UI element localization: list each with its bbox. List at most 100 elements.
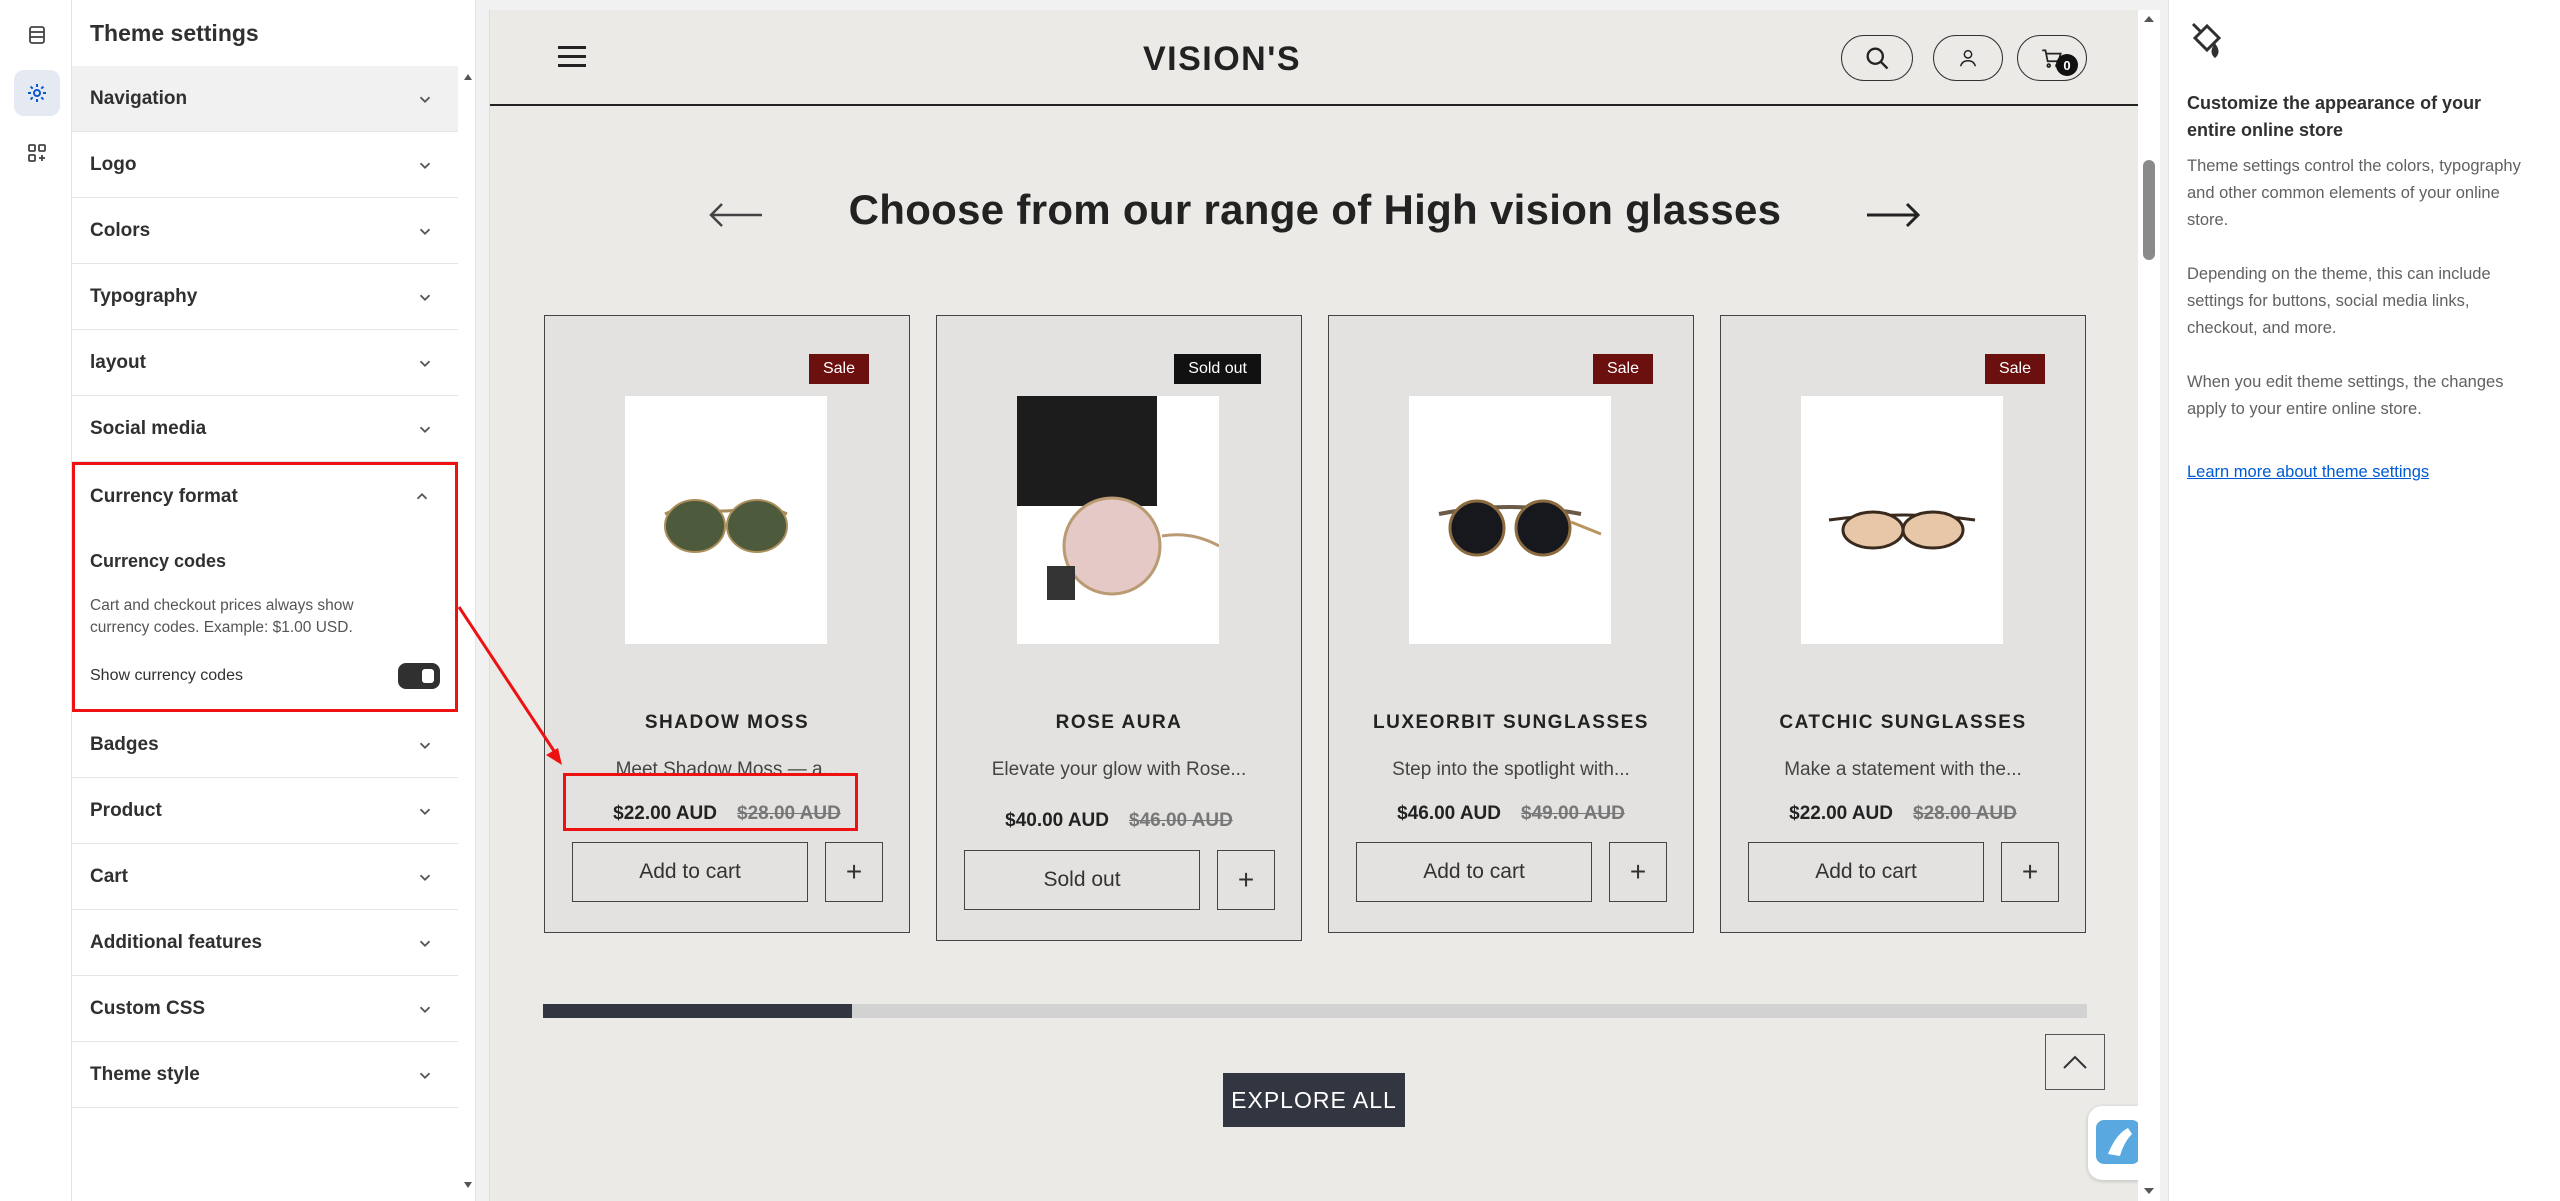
sale-price: $22.00 AUD xyxy=(1789,803,1893,824)
compare-at-price: $28.00 AUD xyxy=(1913,803,2017,824)
panel-title: Theme settings xyxy=(90,20,259,46)
left-rail xyxy=(0,0,72,1201)
info-paragraph: Theme settings control the colors, typog… xyxy=(2187,157,2521,229)
chevron-down-icon xyxy=(419,874,431,881)
toggle-label: Show currency codes xyxy=(90,667,243,684)
product-image-round-clip-sunglasses[interactable] xyxy=(1409,396,1611,644)
search-button[interactable] xyxy=(1841,35,1913,81)
add-to-cart-button[interactable]: Add to cart xyxy=(572,842,808,902)
product-name[interactable]: SHADOW MOSS xyxy=(545,712,909,734)
accordion-label: Currency format xyxy=(90,486,238,507)
theme-settings-panel: Theme settings Navigation Logo Colors Ty… xyxy=(72,0,476,1201)
accordion-social-media[interactable]: Social media xyxy=(72,396,458,462)
chevron-down-icon xyxy=(419,1072,431,1079)
info-paragraph: When you edit theme settings, the change… xyxy=(2187,373,2504,418)
quick-add-plus-button[interactable]: + xyxy=(1217,850,1275,910)
accordion-label: Cart xyxy=(90,865,129,887)
accordion-label: Logo xyxy=(90,153,137,175)
quick-add-plus-button[interactable]: + xyxy=(1609,842,1667,902)
chevron-down-icon xyxy=(419,808,431,815)
settings-accordion-list: Navigation Logo Colors Typography layout… xyxy=(72,66,458,1108)
product-name[interactable]: LUXEORBIT SUNGLASSES xyxy=(1329,712,1693,734)
scrollbar-thumb[interactable] xyxy=(2143,160,2155,260)
product-price: $22.00 AUD $28.00 AUD xyxy=(1721,803,2085,825)
accordion-label: Social media xyxy=(90,417,207,439)
product-card[interactable]: Sold out ROSE AURA Elevate your glow wit… xyxy=(936,315,1302,941)
chevron-down-icon xyxy=(419,96,431,103)
product-price: $40.00 AUD $46.00 AUD xyxy=(937,810,1301,832)
accordion-theme-style[interactable]: Theme style xyxy=(72,1042,458,1108)
theme-settings-gear-icon[interactable] xyxy=(14,70,60,116)
account-button[interactable] xyxy=(1933,35,2003,81)
accordion-typography[interactable]: Typography xyxy=(72,264,458,330)
chevron-down-icon xyxy=(419,228,431,235)
accordion-additional-features[interactable]: Additional features xyxy=(72,910,458,976)
accordion-colors[interactable]: Colors xyxy=(72,198,458,264)
accordion-badges[interactable]: Badges xyxy=(72,712,458,778)
add-to-cart-button[interactable]: Add to cart xyxy=(1748,842,1984,902)
chevron-down-icon xyxy=(419,294,431,301)
product-card[interactable]: Sale LUXEORBIT SUNGLASSES Step into the … xyxy=(1328,315,1694,933)
cart-count-badge: 0 xyxy=(2056,54,2078,76)
back-to-top-button[interactable] xyxy=(2045,1034,2105,1090)
user-icon xyxy=(1959,49,1977,67)
cart-button[interactable]: 0 xyxy=(2017,35,2087,81)
store-logo[interactable]: VISION'S xyxy=(490,40,1954,79)
sold-out-button[interactable]: Sold out xyxy=(964,850,1200,910)
search-icon xyxy=(1866,47,1889,70)
product-card[interactable]: Sale SHADOW MOSS Meet Shadow Moss — a...… xyxy=(544,315,910,933)
chevron-down-icon xyxy=(419,1006,431,1013)
accordion-label: Custom CSS xyxy=(90,997,206,1019)
preview-scrollbar[interactable] xyxy=(2138,10,2160,1201)
apps-icon[interactable] xyxy=(14,130,60,176)
accordion-product[interactable]: Product xyxy=(72,778,458,844)
accordion-label: Additional features xyxy=(90,931,263,953)
chevron-down-icon xyxy=(419,360,431,367)
carousel-next-arrow-icon[interactable] xyxy=(1865,202,1921,228)
sale-badge: Sale xyxy=(1592,354,1653,384)
compare-at-price: $49.00 AUD xyxy=(1521,803,1625,824)
accordion-label: Theme style xyxy=(90,1063,200,1085)
paint-bucket-icon xyxy=(2191,22,2222,59)
sale-badge: Sale xyxy=(1984,354,2045,384)
accordion-label: Colors xyxy=(90,219,151,241)
accordion-label: Navigation xyxy=(90,87,188,109)
accordion-navigation[interactable]: Navigation xyxy=(72,66,458,132)
chat-widget-icon[interactable] xyxy=(2088,1106,2140,1180)
accordion-custom-css[interactable]: Custom CSS xyxy=(72,976,458,1042)
carousel-progress-bar[interactable] xyxy=(543,1004,2087,1018)
product-description: Elevate your glow with Rose... xyxy=(991,759,1247,780)
accordion-currency-format[interactable]: Currency format xyxy=(75,465,455,529)
price-highlight-box xyxy=(563,773,858,831)
product-image-oval-tinted-sunglasses[interactable] xyxy=(1801,396,2003,644)
compare-at-price: $46.00 AUD xyxy=(1129,810,1233,831)
product-image-aviator-sunglasses[interactable] xyxy=(625,396,827,644)
show-currency-codes-toggle[interactable] xyxy=(398,663,440,689)
product-card[interactable]: Sale CATCHIC SUNGLASSES Make a statement… xyxy=(1720,315,2086,933)
carousel-progress-fill xyxy=(543,1004,852,1018)
chevron-down-icon xyxy=(419,426,431,433)
product-description: Make a statement with the... xyxy=(1784,759,2022,780)
chevron-up-icon xyxy=(416,493,428,500)
sale-price: $40.00 AUD xyxy=(1005,810,1109,831)
panel-scrollbar[interactable] xyxy=(462,66,474,1196)
accordion-label: Badges xyxy=(90,733,159,755)
chevron-up-icon xyxy=(2063,1055,2087,1069)
quick-add-plus-button[interactable]: + xyxy=(2001,842,2059,902)
sale-price: $46.00 AUD xyxy=(1397,803,1501,824)
explore-all-button[interactable]: EXPLORE ALL xyxy=(1223,1073,1405,1127)
sold-out-badge: Sold out xyxy=(1174,354,1261,384)
accordion-label: Product xyxy=(90,799,162,821)
sale-badge: Sale xyxy=(808,354,869,384)
accordion-layout[interactable]: layout xyxy=(72,330,458,396)
accordion-logo[interactable]: Logo xyxy=(72,132,458,198)
product-name[interactable]: CATCHIC SUNGLASSES xyxy=(1721,712,2085,734)
accordion-label: Typography xyxy=(90,285,198,307)
product-name[interactable]: ROSE AURA xyxy=(937,712,1301,734)
product-image-rose-round-glasses[interactable] xyxy=(1017,396,1219,644)
quick-add-plus-button[interactable]: + xyxy=(825,842,883,902)
sections-icon[interactable] xyxy=(14,12,60,58)
accordion-cart[interactable]: Cart xyxy=(72,844,458,910)
add-to-cart-button[interactable]: Add to cart xyxy=(1356,842,1592,902)
learn-more-link[interactable]: Learn more about theme settings xyxy=(2187,463,2429,482)
